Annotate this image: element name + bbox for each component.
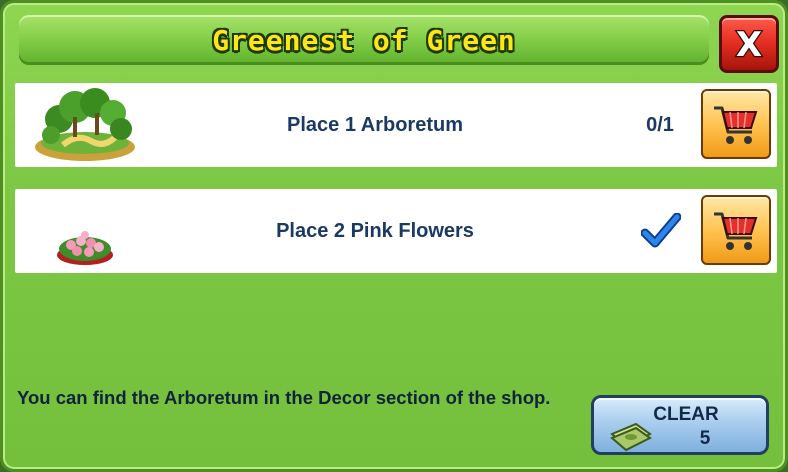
clear-button[interactable]: CLEAR 5 <box>591 395 769 455</box>
shop-button[interactable] <box>701 195 771 265</box>
arboretum-icon <box>35 88 135 161</box>
pink-flowers-icon <box>57 231 113 265</box>
task-row: Place 2 Pink Flowers <box>15 189 777 273</box>
task-progress: 0/1 <box>646 113 674 136</box>
task-row: Place 1 Arboretum 0/1 <box>15 83 777 167</box>
quest-dialog: Greenest of Green X Place 1 Arboretum 0/… <box>0 0 788 472</box>
shop-button[interactable] <box>701 89 771 159</box>
shopping-cart-icon <box>714 212 758 250</box>
task-label: Place 1 Arboretum <box>287 113 463 136</box>
close-label: X <box>736 25 762 64</box>
close-button[interactable]: X <box>719 15 779 73</box>
checkmark-icon <box>641 213 681 248</box>
dialog-title: Greenest of Green <box>212 23 516 57</box>
clear-cost: 5 <box>699 428 711 449</box>
task-label: Place 2 Pink Flowers <box>276 219 474 242</box>
clear-label: CLEAR <box>653 404 719 425</box>
close-icon: X <box>735 24 764 64</box>
title-bar: Greenest of Green <box>19 15 709 65</box>
shopping-cart-icon <box>714 106 758 144</box>
hint-text: You can find the Arboretum in the Decor … <box>17 387 551 408</box>
